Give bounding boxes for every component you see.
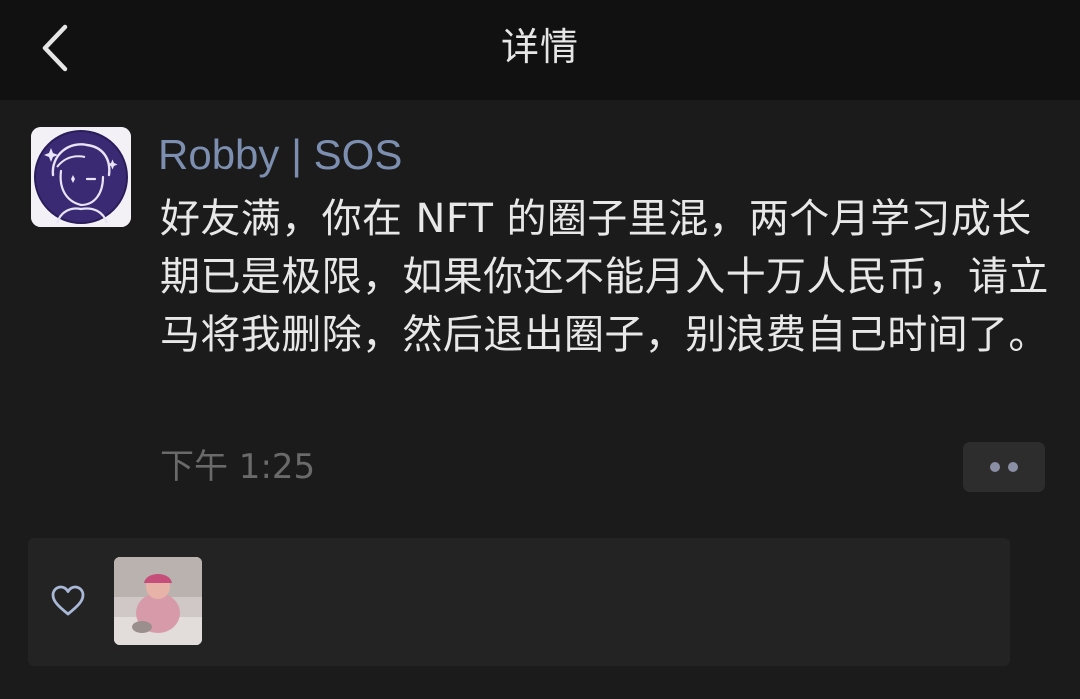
likes-panel bbox=[28, 538, 1010, 666]
author-avatar-image bbox=[31, 127, 131, 227]
heart-outline-icon bbox=[51, 585, 85, 616]
more-dot-icon bbox=[990, 462, 1000, 472]
avatar[interactable] bbox=[31, 127, 131, 227]
moment-detail-page: 详情 Robby | SOS 好友满，你在 NFT 的圈子里混，两个月学习成长期… bbox=[0, 0, 1080, 699]
post-time: 下午 1:25 bbox=[160, 447, 316, 487]
liker-avatar[interactable] bbox=[114, 557, 202, 645]
more-button[interactable] bbox=[963, 442, 1045, 492]
more-dot-icon bbox=[1008, 462, 1018, 472]
nav-bar: 详情 bbox=[0, 0, 1080, 100]
liker-avatar-image bbox=[114, 557, 202, 645]
post-text: 好友满，你在 NFT 的圈子里混，两个月学习成长期已是极限，如果你还不能月入十万… bbox=[160, 196, 1049, 358]
author-name[interactable]: Robby | SOS bbox=[158, 128, 402, 182]
page-title: 详情 bbox=[500, 25, 579, 69]
